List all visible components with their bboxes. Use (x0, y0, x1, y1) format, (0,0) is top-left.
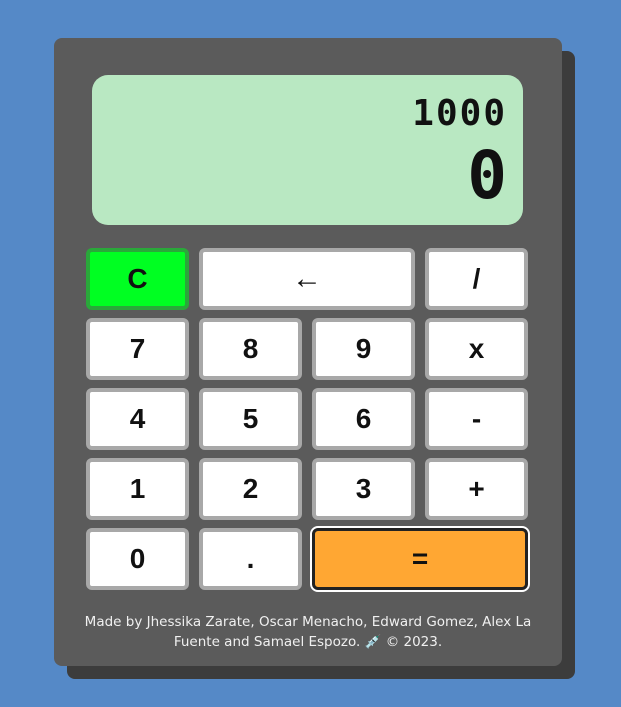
syringe-icon: 💉 (364, 634, 382, 650)
digit-9-button[interactable]: 9 (312, 318, 415, 380)
credits-text: Made by Jhessika Zarate, Oscar Menacho, … (84, 614, 532, 650)
clear-button[interactable]: C (86, 248, 189, 310)
keypad: C ← / 7 8 9 x 4 5 6 - 1 2 3 + 0 . = (86, 248, 530, 592)
backspace-button[interactable]: ← (199, 248, 415, 310)
footer-credits: Made by Jhessika Zarate, Oscar Menacho, … (78, 612, 538, 652)
multiply-button[interactable]: x (425, 318, 528, 380)
calculator: 1000 0 C ← / 7 8 9 x 4 5 6 - 1 2 3 + 0 .… (54, 38, 575, 679)
digit-4-button[interactable]: 4 (86, 388, 189, 450)
divide-button[interactable]: / (425, 248, 528, 310)
add-button[interactable]: + (425, 458, 528, 520)
decimal-button[interactable]: . (199, 528, 302, 590)
previous-operand: 1000 (412, 93, 507, 134)
digit-3-button[interactable]: 3 (312, 458, 415, 520)
current-operand: 0 (467, 137, 507, 214)
digit-8-button[interactable]: 8 (199, 318, 302, 380)
digit-2-button[interactable]: 2 (199, 458, 302, 520)
digit-6-button[interactable]: 6 (312, 388, 415, 450)
digit-1-button[interactable]: 1 (86, 458, 189, 520)
copyright-text: © 2023. (385, 634, 443, 650)
digit-5-button[interactable]: 5 (199, 388, 302, 450)
digit-7-button[interactable]: 7 (86, 318, 189, 380)
equals-button[interactable]: = (312, 528, 528, 590)
subtract-button[interactable]: - (425, 388, 528, 450)
digit-0-button[interactable]: 0 (86, 528, 189, 590)
display-screen: 1000 0 (92, 75, 523, 225)
calculator-body: 1000 0 C ← / 7 8 9 x 4 5 6 - 1 2 3 + 0 .… (54, 38, 562, 666)
